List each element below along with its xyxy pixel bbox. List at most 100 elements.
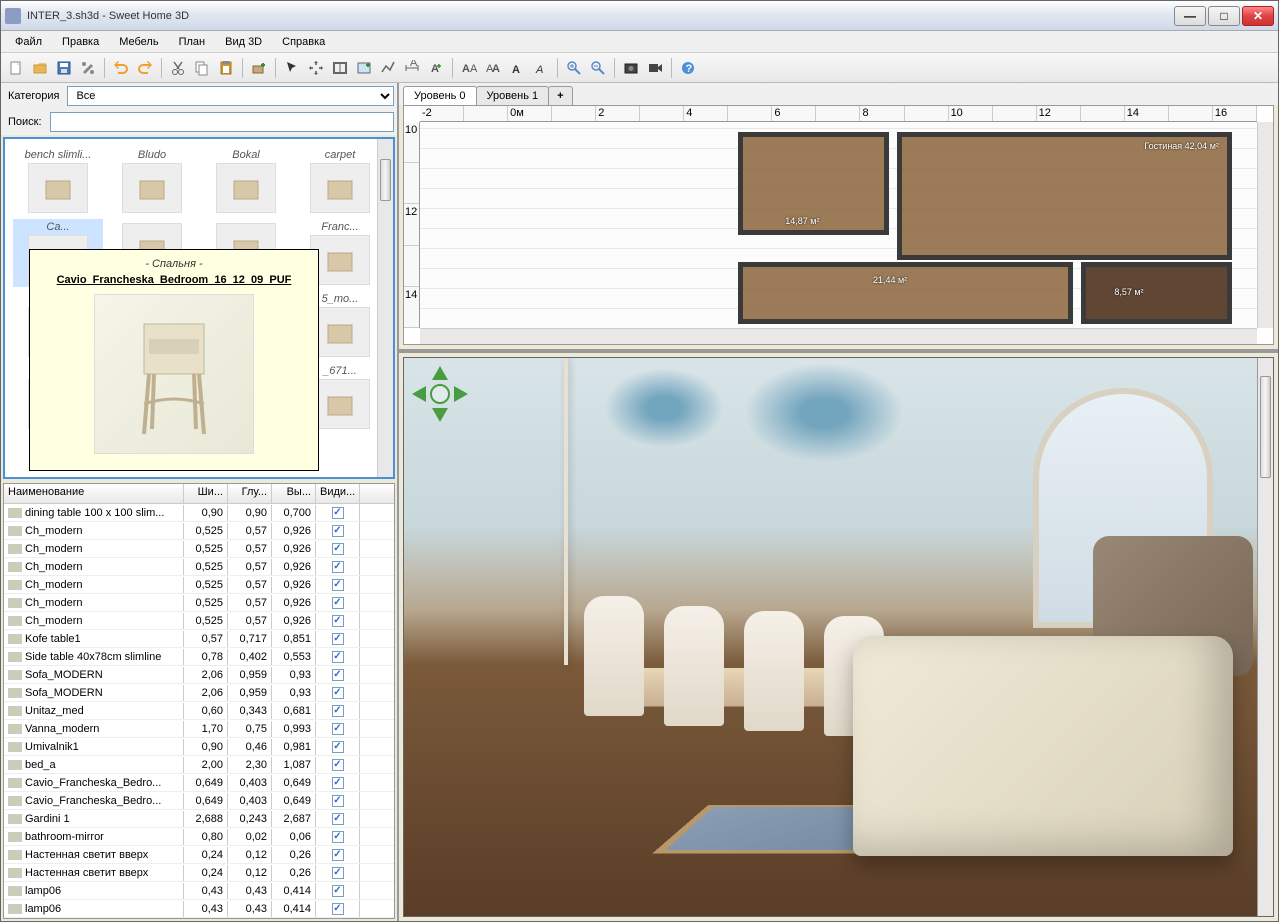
nav-left-icon[interactable] (412, 386, 426, 402)
visible-checkbox[interactable]: ✓ (332, 525, 344, 537)
visible-checkbox[interactable]: ✓ (332, 867, 344, 879)
new-icon[interactable] (5, 57, 27, 79)
visible-checkbox[interactable]: ✓ (332, 705, 344, 717)
col-visible[interactable]: Види... (316, 484, 360, 503)
col-height[interactable]: Вы... (272, 484, 316, 503)
table-row[interactable]: bed_a2,002,301,087✓ (4, 756, 394, 774)
create-label-icon[interactable]: A (425, 57, 447, 79)
pan-icon[interactable] (305, 57, 327, 79)
table-row[interactable]: Cavio_Francheska_Bedro...0,6490,4030,649… (4, 792, 394, 810)
plan-scrollbar-v[interactable] (1257, 122, 1273, 328)
menu-plan[interactable]: План (171, 34, 214, 50)
table-row[interactable]: Ch_modern0,5250,570,926✓ (4, 612, 394, 630)
increase-text-icon[interactable]: AA (458, 57, 480, 79)
table-row[interactable]: Настенная светит вверх0,240,120,26✓ (4, 864, 394, 882)
table-row[interactable]: Gardini 12,6880,2432,687✓ (4, 810, 394, 828)
nav-up-icon[interactable] (432, 366, 448, 380)
furniture-catalog[interactable]: bench slimli...BludoBokalcarpetCa...Fran… (3, 137, 395, 479)
tab-level-0[interactable]: Уровень 0 (403, 86, 477, 105)
decrease-text-icon[interactable]: AA (482, 57, 504, 79)
copy-icon[interactable] (191, 57, 213, 79)
visible-checkbox[interactable]: ✓ (332, 795, 344, 807)
visible-checkbox[interactable]: ✓ (332, 741, 344, 753)
minimize-button[interactable]: — (1174, 6, 1206, 26)
visible-checkbox[interactable]: ✓ (332, 651, 344, 663)
search-input[interactable] (50, 112, 394, 132)
cut-icon[interactable] (167, 57, 189, 79)
visible-checkbox[interactable]: ✓ (332, 669, 344, 681)
visible-checkbox[interactable]: ✓ (332, 903, 344, 915)
visible-checkbox[interactable]: ✓ (332, 633, 344, 645)
catalog-item[interactable]: Bokal (201, 147, 291, 215)
visible-checkbox[interactable]: ✓ (332, 813, 344, 825)
create-polyline-icon[interactable] (377, 57, 399, 79)
plan-canvas[interactable]: 14,87 м² Гостиная 42,04 м² 21,44 м² 8,57… (420, 122, 1257, 328)
table-row[interactable]: Vanna_modern1,700,750,993✓ (4, 720, 394, 738)
table-row[interactable]: bathroom-mirror0,800,020,06✓ (4, 828, 394, 846)
tab-level-1[interactable]: Уровень 1 (476, 86, 550, 105)
create-room-icon[interactable] (353, 57, 375, 79)
table-row[interactable]: Sofa_MODERN2,060,9590,93✓ (4, 666, 394, 684)
preferences-icon[interactable] (77, 57, 99, 79)
visible-checkbox[interactable]: ✓ (332, 849, 344, 861)
menu-help[interactable]: Справка (274, 34, 333, 50)
undo-icon[interactable] (110, 57, 132, 79)
menu-edit[interactable]: Правка (54, 34, 107, 50)
italic-icon[interactable]: A (530, 57, 552, 79)
zoom-out-icon[interactable] (587, 57, 609, 79)
plan-scrollbar-h[interactable] (420, 328, 1257, 344)
paste-icon[interactable] (215, 57, 237, 79)
close-button[interactable]: ✕ (1242, 6, 1274, 26)
nav-center-icon[interactable] (430, 384, 450, 404)
visible-checkbox[interactable]: ✓ (332, 759, 344, 771)
visible-checkbox[interactable]: ✓ (332, 579, 344, 591)
catalog-item[interactable]: Bludo (107, 147, 197, 215)
table-row[interactable]: dining table 100 x 100 slim...0,900,900,… (4, 504, 394, 522)
select-icon[interactable] (281, 57, 303, 79)
catalog-item[interactable]: bench slimli... (13, 147, 103, 215)
photo-icon[interactable] (620, 57, 642, 79)
create-walls-icon[interactable] (329, 57, 351, 79)
table-row[interactable]: Side table 40x78cm slimline0,780,4020,55… (4, 648, 394, 666)
visible-checkbox[interactable]: ✓ (332, 831, 344, 843)
table-row[interactable]: Cavio_Francheska_Bedro...0,6490,4030,649… (4, 774, 394, 792)
nav-right-icon[interactable] (454, 386, 468, 402)
plan-view[interactable]: -20м246810121416 101214 14,87 м² Гостина… (403, 105, 1274, 345)
visible-checkbox[interactable]: ✓ (332, 777, 344, 789)
catalog-item[interactable]: carpet (295, 147, 385, 215)
visible-checkbox[interactable]: ✓ (332, 543, 344, 555)
col-name[interactable]: Наименование (4, 484, 184, 503)
visible-checkbox[interactable]: ✓ (332, 687, 344, 699)
menu-3dview[interactable]: Вид 3D (217, 34, 270, 50)
table-row[interactable]: Sofa_MODERN2,060,9590,93✓ (4, 684, 394, 702)
help-icon[interactable]: ? (677, 57, 699, 79)
col-depth[interactable]: Глу... (228, 484, 272, 503)
category-select[interactable]: Все (67, 86, 394, 106)
table-row[interactable]: lamp060,430,430,414✓ (4, 882, 394, 900)
visible-checkbox[interactable]: ✓ (332, 615, 344, 627)
table-row[interactable]: Ch_modern0,5250,570,926✓ (4, 594, 394, 612)
table-row[interactable]: Kofe table10,570,7170,851✓ (4, 630, 394, 648)
save-icon[interactable] (53, 57, 75, 79)
3d-nav-compass[interactable] (412, 366, 468, 422)
open-icon[interactable] (29, 57, 51, 79)
bold-icon[interactable]: A (506, 57, 528, 79)
table-row[interactable]: lamp060,430,430,414✓ (4, 900, 394, 918)
3d-view[interactable] (403, 357, 1274, 917)
visible-checkbox[interactable]: ✓ (332, 507, 344, 519)
visible-checkbox[interactable]: ✓ (332, 561, 344, 573)
table-row[interactable]: Umivalnik10,900,460,981✓ (4, 738, 394, 756)
video-icon[interactable] (644, 57, 666, 79)
catalog-scrollbar[interactable] (377, 139, 393, 477)
visible-checkbox[interactable]: ✓ (332, 723, 344, 735)
maximize-button[interactable]: □ (1208, 6, 1240, 26)
table-row[interactable]: Unitaz_med0,600,3430,681✓ (4, 702, 394, 720)
col-width[interactable]: Ши... (184, 484, 228, 503)
redo-icon[interactable] (134, 57, 156, 79)
menu-furniture[interactable]: Мебель (111, 34, 166, 50)
table-row[interactable]: Ch_modern0,5250,570,926✓ (4, 576, 394, 594)
zoom-in-icon[interactable] (563, 57, 585, 79)
add-furniture-icon[interactable] (248, 57, 270, 79)
menu-file[interactable]: Файл (7, 34, 50, 50)
table-row[interactable]: Ch_modern0,5250,570,926✓ (4, 540, 394, 558)
